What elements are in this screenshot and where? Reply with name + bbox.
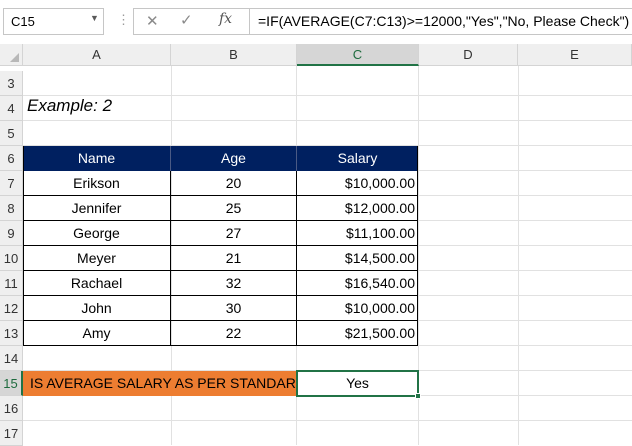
name-box[interactable]: C15 [3, 8, 104, 35]
table-header-name[interactable]: Name [23, 146, 171, 171]
table-cell-age[interactable]: 32 [171, 271, 297, 296]
table-cell-salary[interactable]: $10,000.00 [297, 296, 418, 321]
insert-function-icon[interactable]: fx [219, 11, 232, 27]
table-cell-name[interactable]: Jennifer [23, 196, 171, 221]
table-cell-name[interactable]: Erikson [23, 171, 171, 196]
formula-input[interactable]: =IF(AVERAGE(C7:C13)>=12000,"Yes","No, Pl… [249, 8, 632, 35]
table-cell-name[interactable]: Amy [23, 321, 171, 346]
name-box-dropdown-icon[interactable]: ▼ [90, 13, 99, 23]
table-cell-salary[interactable]: $14,500.00 [297, 246, 418, 271]
table-cell-salary[interactable]: $21,500.00 [297, 321, 418, 346]
gridline [23, 120, 632, 121]
column-header-a[interactable]: A [23, 44, 171, 66]
table-cell-age[interactable]: 20 [171, 171, 297, 196]
row-header-4[interactable]: 4 [0, 96, 23, 121]
table-cell-age[interactable]: 22 [171, 321, 297, 346]
select-all-triangle-icon [10, 53, 19, 62]
table-cell-age[interactable]: 21 [171, 246, 297, 271]
row-header-15[interactable]: 15 [0, 371, 23, 396]
column-header-c[interactable]: C [297, 44, 419, 66]
question-cell[interactable]: IS AVERAGE SALARY AS PER STANDARD? [23, 371, 297, 396]
gridline [518, 66, 519, 445]
row-header-16[interactable]: 16 [0, 396, 23, 421]
table-cell-age[interactable]: 25 [171, 196, 297, 221]
formula-bar-grip-icon[interactable]: ⋮ [117, 12, 130, 28]
table-header-age[interactable]: Age [171, 146, 297, 171]
row-header-11[interactable]: 11 [0, 271, 23, 296]
row-header-17[interactable]: 17 [0, 421, 23, 446]
column-header-b[interactable]: B [171, 44, 297, 66]
row-header-9[interactable]: 9 [0, 221, 23, 246]
table-cell-name[interactable]: Rachael [23, 271, 171, 296]
table-cell-salary[interactable]: $10,000.00 [297, 171, 418, 196]
active-cell-c15[interactable]: Yes [296, 370, 419, 397]
table-header-salary[interactable]: Salary [297, 146, 418, 171]
row-header-12[interactable]: 12 [0, 296, 23, 321]
row-header-13[interactable]: 13 [0, 321, 23, 346]
row-header-8[interactable]: 8 [0, 196, 23, 221]
row-header-5[interactable]: 5 [0, 121, 23, 146]
table-cell-salary[interactable]: $16,540.00 [297, 271, 418, 296]
table-cell-salary[interactable]: $11,100.00 [297, 221, 418, 246]
table-cell-salary[interactable]: $12,000.00 [297, 196, 418, 221]
table-cell-name[interactable]: Meyer [23, 246, 171, 271]
example-title[interactable]: Example: 2 [27, 96, 112, 116]
column-header-e[interactable]: E [518, 44, 632, 66]
row-header-7[interactable]: 7 [0, 171, 23, 196]
gridline [23, 420, 632, 421]
table-cell-name[interactable]: George [23, 221, 171, 246]
fill-handle[interactable] [415, 393, 421, 399]
table-cell-age[interactable]: 30 [171, 296, 297, 321]
gridline [23, 95, 632, 96]
row-header-14[interactable]: 14 [0, 346, 23, 371]
row-header-10[interactable]: 10 [0, 246, 23, 271]
table-cell-name[interactable]: John [23, 296, 171, 321]
enter-icon[interactable]: ✓ [180, 11, 193, 29]
column-header-d[interactable]: D [419, 44, 518, 66]
cancel-icon[interactable]: ✕ [146, 12, 159, 30]
table-cell-age[interactable]: 27 [171, 221, 297, 246]
row-header-3[interactable]: 3 [0, 71, 23, 96]
row-header-6[interactable]: 6 [0, 146, 23, 171]
select-all-button[interactable] [0, 44, 23, 66]
